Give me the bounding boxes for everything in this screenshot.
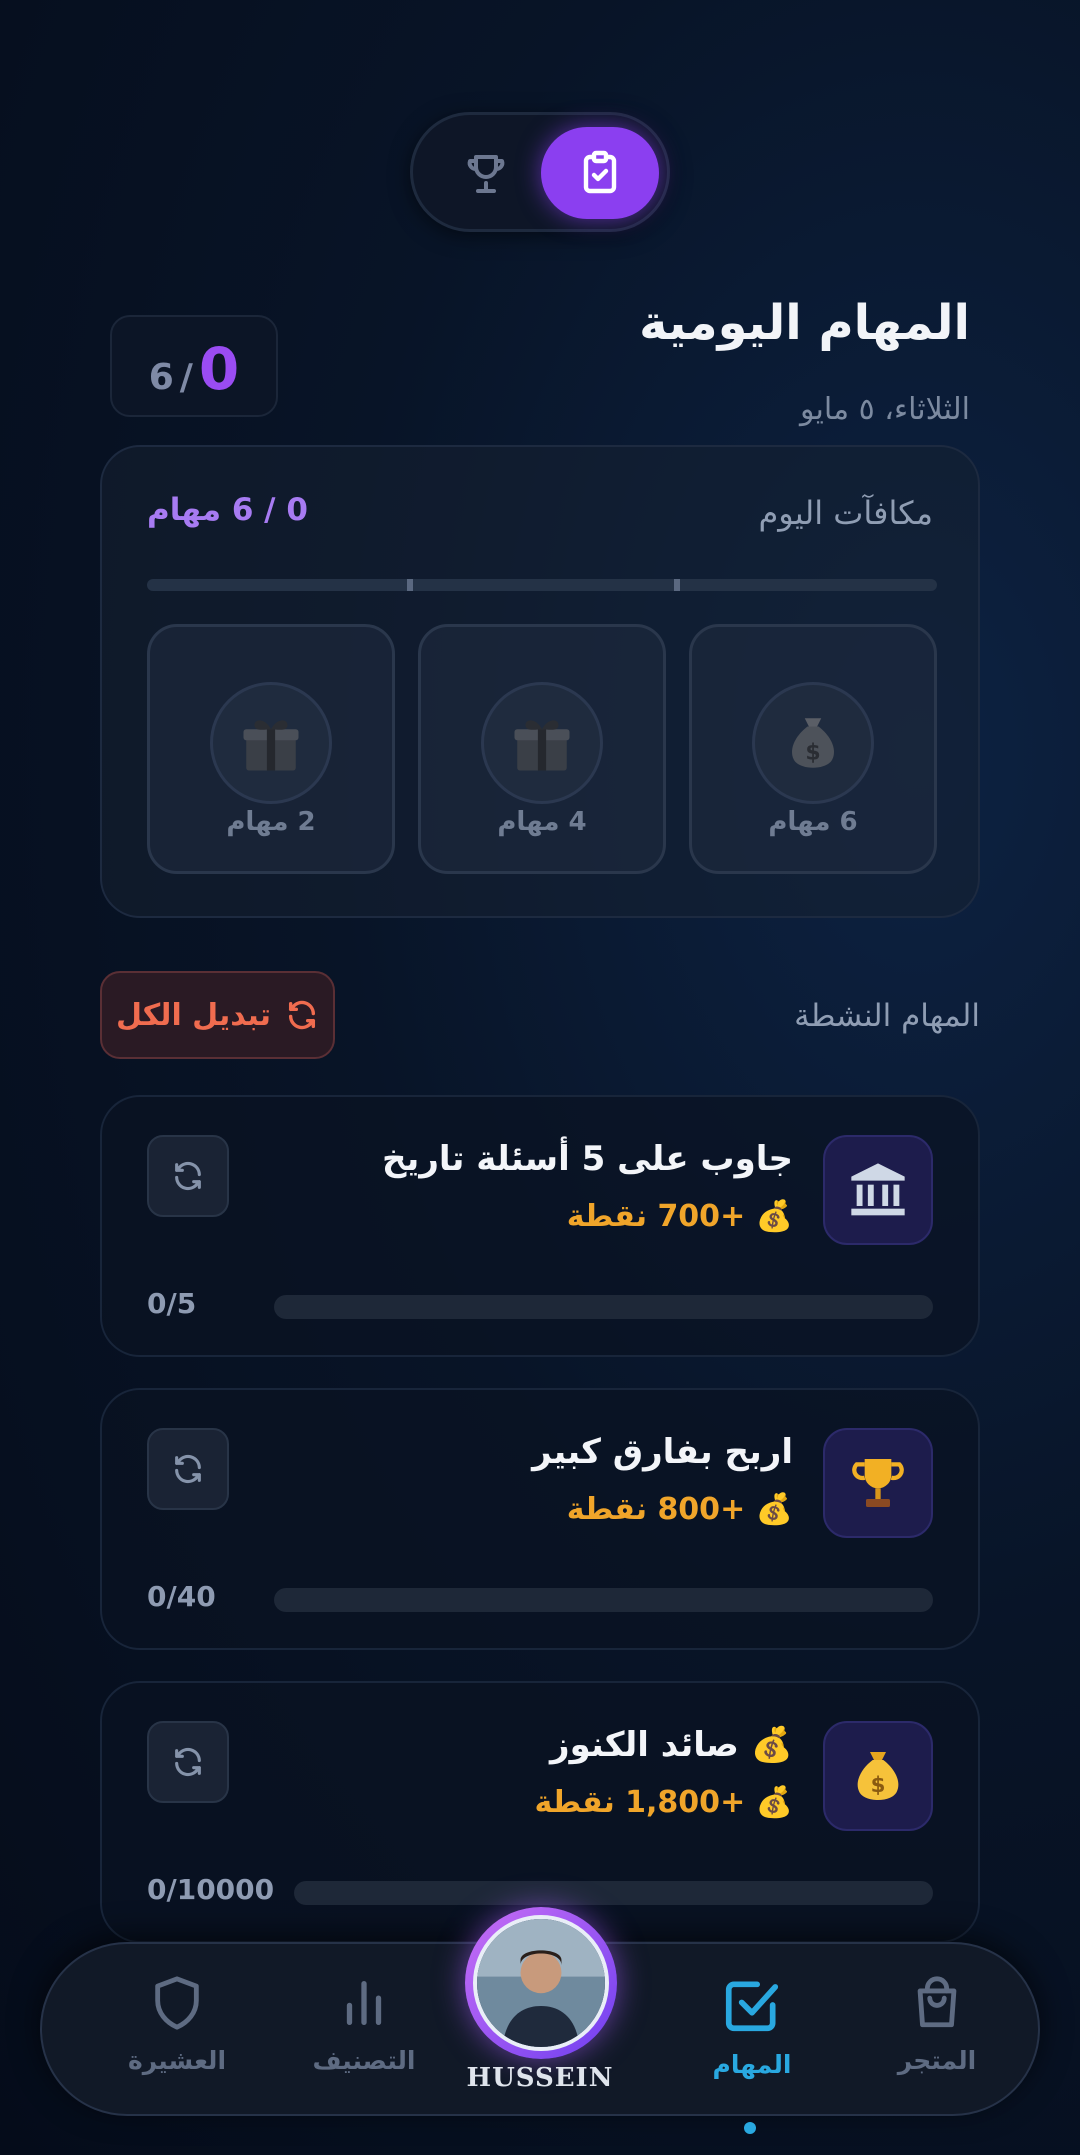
- avatar: [473, 1915, 609, 2051]
- bank-icon: [823, 1135, 933, 1245]
- task-reward: 💰 +1,800 نقطة: [534, 1785, 793, 1820]
- money-bag-icon: $: [823, 1721, 933, 1831]
- nav-item-store[interactable]: المتجر: [847, 1974, 1027, 2075]
- avatar-image: [477, 1919, 605, 2047]
- score-current: 0: [198, 335, 240, 403]
- trophy-toggle-button[interactable]: [427, 127, 545, 219]
- active-indicator-dot: [744, 2122, 756, 2134]
- task-progress-bar: [274, 1588, 933, 1612]
- profile-name: HUSSEIN: [466, 2063, 614, 2093]
- swap-all-button[interactable]: تبديل الكل: [100, 971, 335, 1059]
- profile-avatar[interactable]: [465, 1907, 617, 2059]
- nav-label: التصنيف: [312, 2046, 416, 2075]
- task-name: جاوب على 5 أسئلة تاريخ: [382, 1139, 793, 1179]
- task-card: اربح بفارق كبير 💰 +800 نقطة 0/40: [100, 1388, 980, 1650]
- trophy-icon: [823, 1428, 933, 1538]
- shield-icon: [155, 1976, 199, 2030]
- task-name: 💰 صائد الكنوز: [550, 1725, 793, 1765]
- nav-label: العشيرة: [127, 2046, 227, 2075]
- score-separator: /: [179, 357, 193, 398]
- money-bag-icon: $: [752, 682, 874, 804]
- gift-icon: [481, 682, 603, 804]
- svg-text:$: $: [871, 1773, 886, 1798]
- check-square-icon: [725, 1981, 779, 2032]
- tasks-toggle-button[interactable]: [541, 127, 659, 219]
- rewards-progress-bar: [147, 579, 937, 591]
- reward-tile-label: 4 مهام: [497, 807, 587, 837]
- task-reward: 💰 +800 نقطة: [566, 1492, 793, 1527]
- progress-milestone: [674, 579, 680, 591]
- page-date: الثلاثاء، ٥ مايو: [800, 392, 970, 427]
- refresh-icon: [289, 1000, 316, 1030]
- reward-tile-2[interactable]: 2 مهام: [147, 624, 395, 874]
- progress-milestone: [407, 579, 413, 591]
- nav-item-clan[interactable]: العشيرة: [87, 1974, 267, 2075]
- nav-item-tasks[interactable]: المهام: [662, 1974, 842, 2134]
- nav-item-ranking[interactable]: التصنيف: [274, 1974, 454, 2075]
- rewards-title: مكافآت اليوم: [758, 494, 933, 532]
- swap-all-label: تبديل الكل: [115, 997, 272, 1033]
- task-name: اربح بفارق كبير: [532, 1432, 793, 1472]
- task-progress-text: 0/10000: [147, 1873, 275, 1906]
- task-card: $ 💰 صائد الكنوز 💰 +1,800 نقطة 0/10000: [100, 1681, 980, 1943]
- rewards-count: 0 / 6 مهام: [147, 492, 308, 528]
- task-progress-text: 0/40: [147, 1580, 216, 1613]
- task-progress-bar: [294, 1881, 933, 1905]
- view-toggle: [410, 112, 670, 232]
- refresh-icon: [175, 1161, 201, 1191]
- swap-task-button[interactable]: [147, 1135, 229, 1217]
- active-tasks-title: المهام النشطة: [794, 998, 980, 1034]
- gift-icon: [210, 682, 332, 804]
- refresh-icon: [175, 1454, 201, 1484]
- shopping-bag-icon: [917, 1976, 957, 2028]
- score-counter: 6 / 0: [110, 315, 278, 417]
- reward-tile-label: 6 مهام: [768, 807, 858, 837]
- swap-task-button[interactable]: [147, 1721, 229, 1803]
- clipboard-check-icon: [583, 150, 617, 194]
- nav-label: المتجر: [897, 2046, 977, 2075]
- task-reward: 💰 +700 نقطة: [566, 1199, 793, 1234]
- reward-tile-4[interactable]: 4 مهام: [418, 624, 666, 874]
- daily-rewards-card: مكافآت اليوم 0 / 6 مهام 2 مهام 4 مهام $ …: [100, 445, 980, 918]
- reward-tile-label: 2 مهام: [226, 807, 316, 837]
- svg-text:$: $: [805, 741, 820, 766]
- score-total: 6: [148, 357, 174, 398]
- task-progress-text: 0/5: [147, 1287, 197, 1320]
- bar-chart-icon: [346, 1981, 382, 2025]
- reward-tile-6[interactable]: $ 6 مهام: [689, 624, 937, 874]
- swap-task-button[interactable]: [147, 1428, 229, 1510]
- trophy-icon: [467, 155, 505, 193]
- refresh-icon: [175, 1747, 201, 1777]
- task-card: جاوب على 5 أسئلة تاريخ 💰 +700 نقطة 0/5: [100, 1095, 980, 1357]
- page-title: المهام اليومية: [639, 295, 970, 351]
- nav-label: المهام: [712, 2050, 792, 2079]
- task-progress-bar: [274, 1295, 933, 1319]
